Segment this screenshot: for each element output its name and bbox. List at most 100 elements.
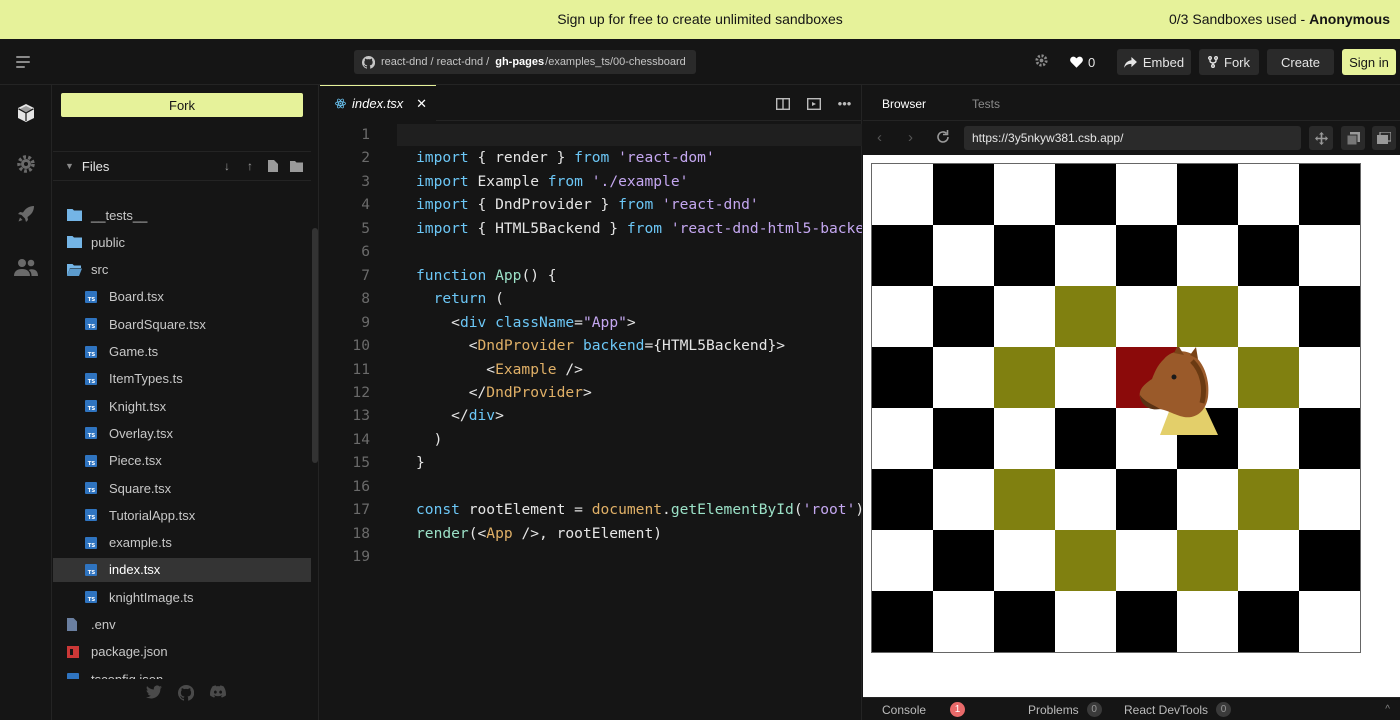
board-square[interactable] [994,469,1055,530]
board-square[interactable] [1055,591,1116,652]
board-square[interactable] [1055,408,1116,469]
download-icon[interactable]: ↓ [220,159,234,173]
file-tree-item[interactable]: .env [53,613,311,637]
board-square[interactable] [1299,286,1360,347]
board-square[interactable] [994,347,1055,408]
file-tree-item[interactable]: TS Overlay.tsx [53,421,311,445]
board-square[interactable] [933,408,994,469]
board-square[interactable] [1238,347,1299,408]
split-view-icon[interactable] [775,96,790,111]
file-tree-item[interactable]: TS knightImage.ts [53,585,311,609]
new-file-icon[interactable] [266,159,280,173]
copy-url-icon[interactable] [1341,126,1365,150]
board-square[interactable] [1116,164,1177,225]
file-tree-item[interactable]: TS ItemTypes.ts [53,367,311,391]
sign-in-button[interactable]: Sign in [1342,49,1396,75]
file-tree-item[interactable]: TS tsconfig.json [53,667,311,679]
explorer-cube-icon[interactable] [14,101,38,125]
board-square[interactable] [933,225,994,286]
board-square[interactable] [1055,469,1116,530]
board-square[interactable] [1055,225,1116,286]
refresh-icon[interactable] [936,130,950,149]
discord-icon[interactable] [210,685,226,701]
preview-frame[interactable]: ♘ [863,155,1400,697]
team-users-icon[interactable] [14,255,38,279]
board-square[interactable] [933,469,994,530]
board-square[interactable] [1116,530,1177,591]
board-square[interactable] [1238,164,1299,225]
github-social-icon[interactable] [178,685,194,701]
board-square[interactable] [872,164,933,225]
file-tree-item[interactable]: TS Piece.tsx [53,449,311,473]
url-input[interactable]: https://3y5nkyw381.csb.app/ [964,126,1301,150]
preview-pane-icon[interactable] [806,96,821,111]
board-square[interactable] [1299,530,1360,591]
board-square[interactable] [1299,408,1360,469]
board-square[interactable] [1177,225,1238,286]
problems-tab[interactable]: Problems 0 [1028,702,1102,717]
back-icon[interactable]: ‹ [877,129,882,146]
menu-icon[interactable] [16,56,30,68]
board-square[interactable] [1299,591,1360,652]
collapse-caret-icon[interactable]: ▼ [65,161,74,171]
tab-index-tsx[interactable]: index.tsx ✕ [320,85,436,121]
board-square[interactable] [994,408,1055,469]
board-square[interactable] [1055,164,1116,225]
react-devtools-tab[interactable]: React DevTools 0 [1124,702,1232,717]
file-tree-item[interactable]: TS example.ts [53,531,311,555]
board-square[interactable] [1177,591,1238,652]
file-tree-item[interactable]: package.json [53,640,311,664]
board-square[interactable] [1299,225,1360,286]
file-tree-item[interactable]: TS BoardSquare.tsx [53,312,311,336]
twitter-icon[interactable] [146,685,162,701]
board-square[interactable] [994,164,1055,225]
board-square[interactable] [872,530,933,591]
board-square[interactable] [1299,347,1360,408]
like-button[interactable]: 0 [1070,49,1095,75]
file-tree-item[interactable]: TS Game.ts [53,340,311,364]
board-square[interactable] [1299,469,1360,530]
responsive-icon[interactable] [1309,126,1333,150]
board-square[interactable] [1177,164,1238,225]
board-square[interactable] [1238,530,1299,591]
more-options-icon[interactable]: ••• [837,96,852,111]
embed-button[interactable]: Embed [1117,49,1191,75]
file-tree-item[interactable]: TS Board.tsx [53,285,311,309]
code-area[interactable]: 1 2 import { render } from 'react-dom' 3 imp… [320,122,862,720]
board-square[interactable] [1238,225,1299,286]
board-square[interactable] [1116,591,1177,652]
files-header[interactable]: ▼ Files ↓ ↑ [53,151,311,181]
board-square[interactable] [1055,286,1116,347]
breadcrumb[interactable]: react-dnd / react-dnd / gh-pages /exampl… [354,50,696,74]
fork-button[interactable]: Fork [1199,49,1259,75]
file-tree-item[interactable]: public [53,230,311,254]
board-square[interactable] [872,469,933,530]
settings-icon[interactable] [1034,53,1049,72]
board-square[interactable] [1238,469,1299,530]
upload-icon[interactable]: ↑ [243,159,257,173]
knight-piece-icon[interactable]: ♘ [1118,422,1141,452]
file-tree-item[interactable]: TS index.tsx [53,557,311,582]
board-square[interactable] [872,347,933,408]
board-square[interactable] [933,591,994,652]
board-square[interactable] [933,286,994,347]
board-square[interactable] [994,225,1055,286]
sidebar-fork-button[interactable]: Fork [61,93,303,117]
expand-devtools-icon[interactable]: ^ [1385,704,1390,715]
board-square[interactable] [994,286,1055,347]
board-square[interactable] [1116,225,1177,286]
board-square[interactable] [1055,530,1116,591]
new-folder-icon[interactable] [289,159,303,173]
board-square[interactable] [1177,469,1238,530]
board-square[interactable] [1116,469,1177,530]
board-square[interactable] [1177,530,1238,591]
tab-browser[interactable]: Browser [882,97,926,111]
file-tree-item[interactable]: TS Knight.tsx [53,394,311,418]
board-square[interactable] [1238,286,1299,347]
file-tree-item[interactable]: TS Square.tsx [53,476,311,500]
board-square[interactable] [933,347,994,408]
console-tab[interactable]: Console 1 [882,702,966,717]
file-tree-item[interactable]: src [53,258,311,282]
board-square[interactable] [994,591,1055,652]
board-square[interactable] [1055,347,1116,408]
